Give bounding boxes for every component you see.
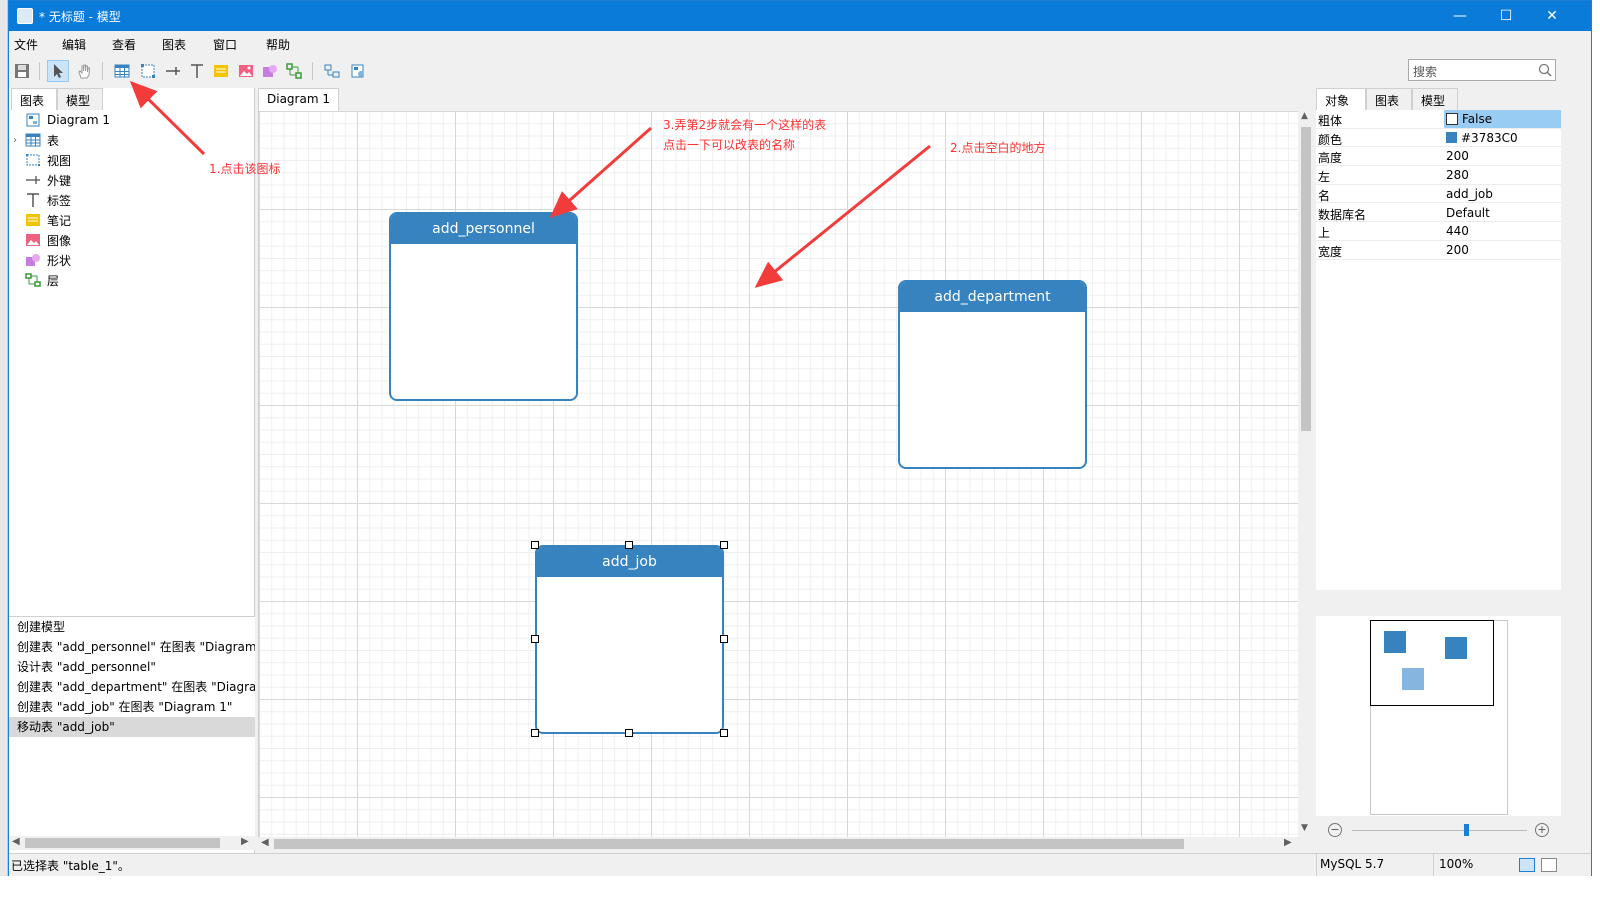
status-bar: 已选择表 "table_1"。 MySQL 5.7 100% — [9, 853, 1591, 876]
table-add-job[interactable]: add_job — [535, 545, 724, 734]
zoom-out-icon[interactable]: − — [1328, 823, 1342, 837]
property-key: 宽度 — [1318, 244, 1343, 259]
desktop-bottom — [0, 876, 1600, 900]
scroll-left-icon[interactable]: ◀ — [12, 836, 20, 847]
scroll-right-icon[interactable]: ▶ — [1284, 837, 1292, 848]
tab-object[interactable]: 对象 — [1316, 88, 1366, 110]
annotation-step1: 1.点击该图标 — [209, 162, 281, 176]
property-key: 名 — [1318, 188, 1331, 203]
annotation-arrows — [129, 80, 931, 288]
property-key: 数据库名 — [1318, 207, 1367, 222]
arrow-to-table-title — [549, 126, 652, 218]
resize-handle[interactable] — [531, 541, 539, 549]
search-placeholder: 搜索 — [1413, 65, 1438, 79]
scroll-left-icon[interactable]: ◀ — [261, 837, 269, 848]
property-key: 上 — [1318, 226, 1331, 241]
scrollbar-thumb[interactable] — [1301, 127, 1311, 431]
overview-table — [1384, 631, 1406, 653]
canvas-vertical-scrollbar[interactable]: ▲ ▼ — [1298, 111, 1314, 837]
app-window: * 无标题 - 模型 — ☐ ✕ 文件 编辑 查看 图表 窗口 帮助 搜索 图表… — [8, 0, 1592, 894]
property-row-height[interactable]: 高度 200 — [1316, 147, 1561, 167]
status-database: MySQL 5.7 — [1320, 857, 1385, 871]
history-item[interactable]: 设计表 "add_personnel" — [9, 657, 255, 677]
property-value[interactable]: 280 — [1446, 168, 1469, 182]
checkbox[interactable] — [1446, 113, 1458, 125]
history-list: 创建模型 创建表 "add_personnel" 在图表 "Diagram 1"… — [9, 616, 255, 836]
arrow-to-empty-area — [754, 144, 931, 288]
history-item[interactable]: 创建表 "add_job" 在图表 "Diagram 1" — [9, 697, 255, 717]
status-zoom: 100% — [1439, 857, 1474, 871]
property-key: 高度 — [1318, 151, 1343, 166]
history-item[interactable]: 创建模型 — [9, 617, 255, 637]
scroll-up-icon[interactable]: ▲ — [1301, 111, 1308, 121]
canvas-horizontal-scrollbar[interactable]: ◀ ▶ — [258, 837, 1298, 851]
property-value[interactable]: 200 — [1446, 243, 1469, 257]
status-divider — [1316, 854, 1317, 876]
property-row-top[interactable]: 上 440 — [1316, 222, 1561, 241]
property-key: 左 — [1318, 170, 1331, 185]
history-item[interactable]: 创建表 "add_department" 在图表 "Diagram 1" — [9, 677, 255, 697]
tab-diagram[interactable]: 图表 — [1366, 88, 1412, 110]
history-scrollbar[interactable]: ◀ ▶ — [9, 836, 255, 850]
minimize-button[interactable]: — — [1437, 1, 1483, 31]
overview-table — [1445, 637, 1467, 659]
close-button[interactable]: ✕ — [1529, 1, 1575, 31]
property-row-name[interactable]: 名 add_job — [1316, 185, 1561, 204]
layout-split-icon[interactable] — [1541, 858, 1557, 872]
property-row-left[interactable]: 左 280 — [1316, 166, 1561, 185]
search-icon[interactable] — [1538, 63, 1552, 77]
layout-single-icon[interactable] — [1519, 858, 1535, 872]
property-value: #3783C0 — [1446, 131, 1518, 145]
resize-handle[interactable] — [720, 729, 728, 737]
zoom-slider-thumb[interactable] — [1463, 824, 1469, 836]
arrow-to-table-tool — [129, 80, 206, 156]
resize-handle[interactable] — [720, 635, 728, 643]
property-key: 颜色 — [1318, 132, 1343, 147]
property-value[interactable]: 200 — [1446, 149, 1469, 163]
history-item[interactable]: 创建表 "add_personnel" 在图表 "Diagram 1" — [9, 637, 255, 657]
desktop-edge — [0, 0, 8, 900]
resize-handle[interactable] — [625, 541, 633, 549]
status-message: 已选择表 "table_1"。 — [11, 859, 130, 873]
scroll-down-icon[interactable]: ▼ — [1301, 823, 1308, 833]
property-value-text: #3783C0 — [1461, 130, 1518, 145]
scrollbar-thumb[interactable] — [25, 838, 220, 848]
tab-model[interactable]: 模型 — [1412, 88, 1458, 110]
resize-handle[interactable] — [531, 635, 539, 643]
zoom-in-icon[interactable]: + — [1535, 823, 1549, 837]
zoom-slider-track[interactable] — [1352, 830, 1527, 831]
status-divider — [1433, 854, 1434, 876]
color-swatch[interactable] — [1446, 132, 1457, 144]
property-row-bold[interactable]: 粗体 False — [1316, 110, 1561, 129]
property-value[interactable]: 440 — [1446, 224, 1469, 238]
property-row-width[interactable]: 宽度 200 — [1316, 241, 1561, 260]
zoom-control: − + — [1316, 823, 1561, 843]
scroll-right-icon[interactable]: ▶ — [241, 836, 249, 847]
resize-handle[interactable] — [720, 541, 728, 549]
property-value: False — [1446, 112, 1492, 126]
property-value-text: False — [1462, 112, 1493, 126]
property-grid: 粗体 False 颜色 #3783C0 高度 200 左 280 名 add_j… — [1316, 110, 1561, 590]
property-row-database[interactable]: 数据库名 Default — [1316, 204, 1561, 223]
resize-handle[interactable] — [531, 729, 539, 737]
property-value[interactable]: add_job — [1446, 187, 1493, 201]
history-item-selected[interactable]: 移动表 "add_job" — [9, 717, 255, 737]
overview-table-selected — [1402, 668, 1424, 690]
table-title[interactable]: add_job — [537, 547, 722, 577]
search-input[interactable]: 搜索 — [1408, 59, 1556, 81]
property-value[interactable]: Default — [1446, 206, 1490, 220]
properties-panel: 对象 图表 模型 粗体 False 颜色 #3783C0 高度 200 左 28… — [1316, 88, 1561, 863]
overview-panel — [1316, 616, 1561, 816]
resize-handle[interactable] — [625, 729, 633, 737]
scrollbar-thumb[interactable] — [274, 839, 1184, 849]
property-key: 粗体 — [1318, 114, 1343, 128]
maximize-button[interactable]: ☐ — [1483, 1, 1529, 31]
property-row-color[interactable]: 颜色 #3783C0 — [1316, 129, 1561, 148]
